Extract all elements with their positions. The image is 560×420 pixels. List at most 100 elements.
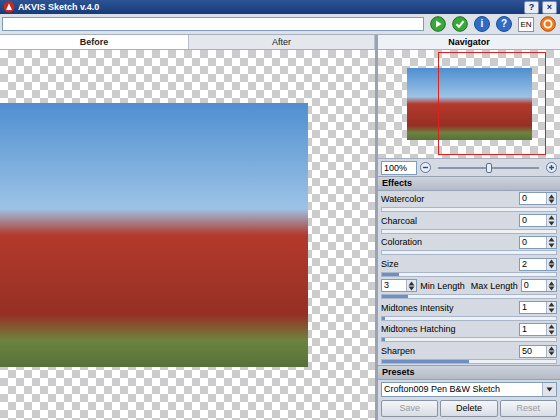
- window-control-button[interactable]: ×: [542, 1, 557, 14]
- param-label: Size: [381, 259, 399, 269]
- param-slider[interactable]: [381, 316, 557, 321]
- zoom-slider-thumb[interactable]: [486, 163, 492, 173]
- image-canvas[interactable]: [0, 50, 375, 420]
- window-control-button[interactable]: ?: [524, 1, 539, 14]
- preset-buttons: SaveDeleteReset: [378, 399, 560, 420]
- effect-param: Watercolor 0: [381, 192, 557, 212]
- dropdown-button[interactable]: [542, 383, 556, 396]
- param-label: Midtones Intensity: [381, 303, 454, 313]
- preset-button[interactable]: Delete: [440, 400, 497, 417]
- max-length-label: Max Length: [471, 281, 518, 291]
- spin-up-icon[interactable]: [548, 194, 555, 199]
- param-row: Size 2: [381, 257, 557, 271]
- param-row: Midtones Hatching 1: [381, 322, 557, 336]
- param-spin[interactable]: 1: [519, 301, 557, 314]
- effect-param: Sharpen 50: [381, 344, 557, 364]
- preset-button[interactable]: Reset: [500, 400, 557, 417]
- param-label: Watercolor: [381, 194, 424, 204]
- spin-up-icon[interactable]: [548, 302, 555, 307]
- zoom-in-icon[interactable]: [546, 162, 557, 173]
- max-length-spin[interactable]: 0: [521, 279, 557, 292]
- effect-param: Size 2: [381, 257, 557, 277]
- min-length-spin[interactable]: 3: [381, 279, 417, 292]
- spin-down-icon[interactable]: [548, 264, 555, 269]
- spin-down-icon[interactable]: [548, 308, 555, 313]
- preset-value: Crofton009 Pen B&W Sketch: [382, 383, 542, 396]
- spin-up-icon[interactable]: [548, 281, 555, 286]
- spin-down-icon[interactable]: [548, 286, 555, 291]
- param-row: Charcoal0: [381, 214, 557, 228]
- param-slider[interactable]: [381, 229, 557, 234]
- spin-down-icon[interactable]: [548, 243, 555, 248]
- preset-dropdown[interactable]: Crofton009 Pen B&W Sketch: [381, 382, 557, 397]
- help-button[interactable]: ?: [496, 16, 512, 32]
- settings-circle-icon[interactable]: [540, 16, 556, 32]
- param-slider[interactable]: [381, 250, 557, 255]
- effect-param: Midtones Intensity 1: [381, 301, 557, 321]
- zoom-field[interactable]: 100%: [381, 161, 417, 175]
- navigator-thumbnail: [407, 68, 532, 140]
- spin-down-icon[interactable]: [548, 330, 555, 335]
- barn-photo: [0, 103, 308, 367]
- spin-down-icon[interactable]: [408, 286, 415, 291]
- view-tab[interactable]: Before: [0, 35, 189, 49]
- param-slider-fill: [382, 338, 385, 341]
- param-label: Coloration: [381, 237, 422, 247]
- effect-param: Midtones Hatching 1: [381, 322, 557, 342]
- param-label: Sharpen: [381, 346, 415, 356]
- param-spin[interactable]: 0: [519, 214, 557, 227]
- path-field[interactable]: [2, 17, 424, 31]
- preset-button[interactable]: Save: [381, 400, 438, 417]
- param-row: Coloration 0: [381, 235, 557, 249]
- dropdown-arrow-icon: [546, 387, 553, 392]
- spin-up-icon[interactable]: [408, 281, 415, 286]
- spin-up-icon[interactable]: [548, 215, 555, 220]
- param-row: Sharpen 50: [381, 344, 557, 358]
- param-spin[interactable]: 2: [519, 258, 557, 271]
- spin-up-icon[interactable]: [548, 259, 555, 264]
- spin-down-icon[interactable]: [548, 199, 555, 204]
- akvis-window: AKVIS Sketch v.4.0?×i?ENBeforeAfterNavig…: [0, 0, 560, 420]
- title-bar: AKVIS Sketch v.4.0?×: [0, 0, 560, 14]
- language-button[interactable]: EN: [518, 17, 534, 32]
- param-spin[interactable]: 0: [519, 236, 557, 249]
- apply-check-icon[interactable]: [452, 16, 468, 32]
- param-slider[interactable]: [381, 337, 557, 342]
- navigator-view-frame[interactable]: [438, 52, 546, 155]
- param-slider-fill: [382, 317, 385, 320]
- effects-header: Effects: [378, 176, 560, 191]
- effects-list: Watercolor0Charcoal0Coloration0Size23Min…: [378, 191, 560, 365]
- window-title: AKVIS Sketch v.4.0: [18, 2, 99, 12]
- effect-param: Coloration 0: [381, 235, 557, 255]
- param-spin[interactable]: 50: [519, 345, 557, 358]
- param-row: Watercolor 0: [381, 192, 557, 206]
- param-label: Midtones Hatching: [381, 324, 456, 334]
- spin-up-icon[interactable]: [548, 324, 555, 329]
- param-slider-fill: [382, 295, 408, 298]
- param-row: Midtones Intensity 1: [381, 301, 557, 315]
- param-slider[interactable]: [381, 272, 557, 277]
- spin-down-icon[interactable]: [548, 351, 555, 356]
- toolbar: i? EN: [0, 14, 560, 35]
- zoom-slider[interactable]: [438, 167, 539, 169]
- param-slider[interactable]: [381, 294, 557, 299]
- spin-up-icon[interactable]: [548, 346, 555, 351]
- info-button[interactable]: i: [474, 16, 490, 32]
- presets-area: Crofton009 Pen B&W Sketch: [378, 380, 560, 399]
- navigator-preview: [378, 50, 560, 158]
- run-icon[interactable]: [430, 16, 446, 32]
- settings-panel: Navigator100%EffectsWatercolor0Charcoal0…: [378, 35, 560, 420]
- effect-param: 3Min LengthMax Length0: [381, 279, 557, 299]
- spin-down-icon[interactable]: [548, 221, 555, 226]
- param-slider[interactable]: [381, 359, 557, 364]
- length-row: 3Min LengthMax Length0: [381, 279, 557, 293]
- param-spin[interactable]: 1: [519, 323, 557, 336]
- effect-param: Charcoal0: [381, 214, 557, 234]
- zoom-out-icon[interactable]: [420, 162, 431, 173]
- spin-up-icon[interactable]: [548, 237, 555, 242]
- param-spin[interactable]: 0: [519, 192, 557, 205]
- param-slider[interactable]: [381, 207, 557, 212]
- view-tab[interactable]: After: [189, 35, 375, 49]
- main-area: BeforeAfterNavigator100%EffectsWatercolo…: [0, 35, 560, 420]
- navigator-header: Navigator: [378, 35, 560, 50]
